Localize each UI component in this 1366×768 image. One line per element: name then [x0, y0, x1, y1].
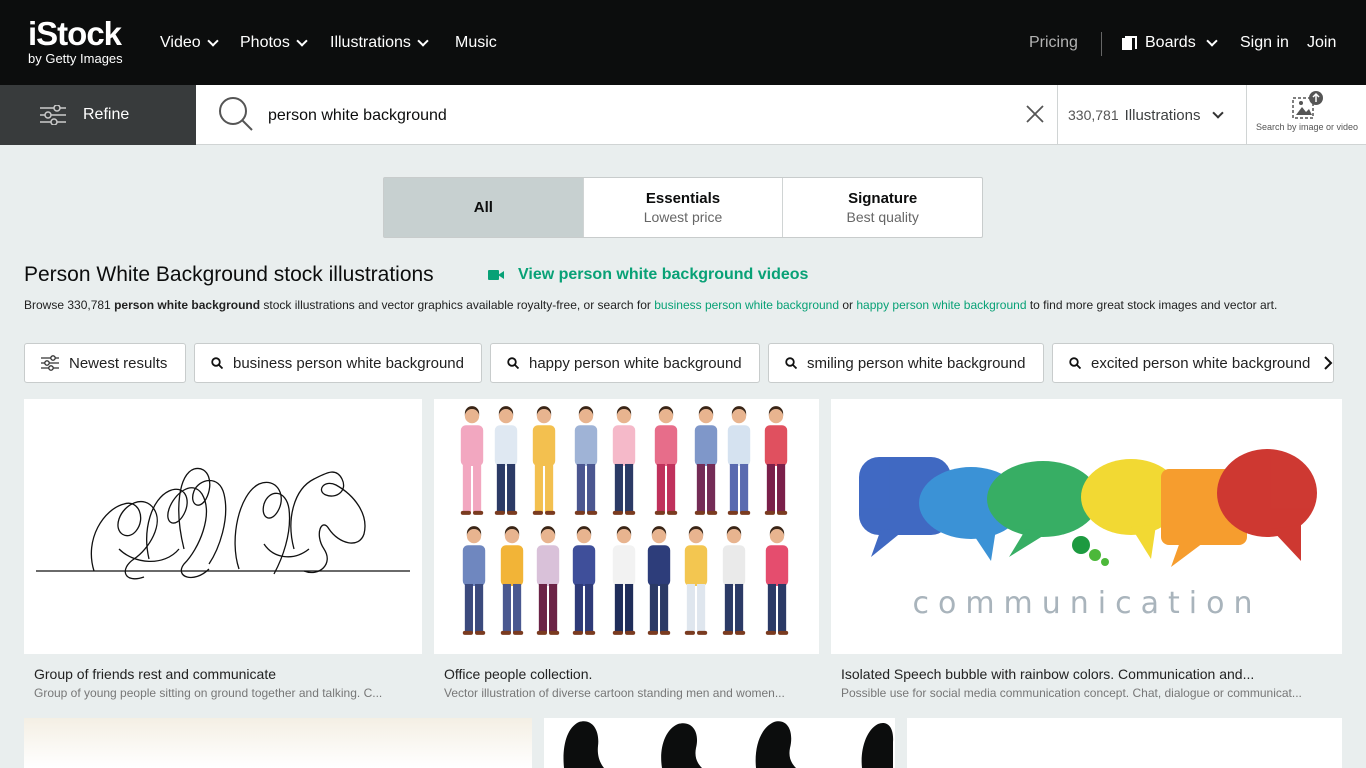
chevron-down-icon: [1212, 107, 1225, 119]
tab-essentials-subtitle: Lowest price: [643, 208, 723, 225]
nav-video[interactable]: Video: [160, 33, 219, 53]
result-card[interactable]: Office people collection. Vector illustr…: [434, 399, 819, 700]
logo-brand: iStock: [28, 15, 122, 52]
tab-signature-subtitle: Best quality: [846, 208, 919, 225]
logo-subtitle: by Getty Images: [28, 51, 123, 66]
chip-label: excited person white background: [1091, 354, 1311, 372]
result-subcaption: Possible use for social media communicat…: [841, 686, 1302, 700]
result-image[interactable]: [907, 718, 1342, 768]
search-icon: [219, 97, 253, 131]
join-link[interactable]: Join: [1307, 33, 1336, 53]
line-art-friends-illustration: [36, 467, 410, 580]
search-by-image-label: Search by image or video: [1255, 122, 1359, 132]
license-tabs: All Essentials Lowest price Signature Be…: [383, 177, 983, 238]
chevron-down-icon: [206, 35, 219, 47]
related-search-link[interactable]: business person white background: [654, 298, 839, 312]
result-image[interactable]: communication: [831, 399, 1342, 654]
search-input[interactable]: [268, 101, 988, 131]
sign-in-link[interactable]: Sign in: [1240, 33, 1289, 53]
result-caption: Isolated Speech bubble with rainbow colo…: [841, 666, 1255, 682]
result-image[interactable]: [24, 399, 422, 654]
tab-all-label: All: [473, 198, 493, 216]
video-camera-icon: [488, 269, 504, 281]
result-subcaption: Vector illustration of diverse cartoon s…: [444, 686, 785, 700]
chip-related-search[interactable]: smiling person white background: [768, 343, 1044, 383]
nav-photos-label: Photos: [240, 34, 290, 51]
istock-logo[interactable]: iStock by Getty Images: [28, 16, 148, 72]
result-caption: Office people collection.: [444, 666, 593, 682]
media-type-label: Illustrations: [1124, 106, 1201, 124]
refine-label: Refine: [83, 106, 130, 123]
tab-essentials[interactable]: Essentials Lowest price: [584, 178, 784, 237]
result-subcaption: Group of young people sitting on ground …: [34, 686, 383, 700]
chip-label: business person white background: [233, 354, 464, 372]
search-by-image-button[interactable]: Search by image or video: [1246, 85, 1366, 145]
chip-related-search[interactable]: excited person white background: [1052, 343, 1334, 383]
chip-label: Newest results: [69, 354, 168, 372]
chevron-down-icon: [296, 35, 308, 47]
result-image[interactable]: [544, 718, 895, 768]
image-upload-icon: [1292, 91, 1323, 119]
result-image[interactable]: [24, 718, 532, 768]
tab-signature-label: Signature: [848, 189, 918, 207]
tab-essentials-label: Essentials: [645, 189, 721, 207]
boards-menu[interactable]: Boards: [1122, 33, 1218, 53]
search-icon: [507, 357, 519, 369]
top-navigation: iStock by Getty Images Video Photos Illu…: [0, 0, 1366, 85]
nav-music-label: Music: [455, 34, 497, 51]
pricing-link[interactable]: Pricing: [1029, 33, 1078, 53]
nav-photos[interactable]: Photos: [240, 33, 308, 53]
search-bar: Refine 330,781 Illustrations Search by i…: [0, 85, 1366, 145]
silhouettes-illustration: [563, 721, 894, 768]
nav-video-label: Video: [160, 34, 201, 51]
chevron-down-icon: [1206, 35, 1218, 47]
sliders-icon: [40, 105, 66, 125]
desc-text: to find more great stock images and vect…: [1026, 298, 1278, 312]
result-card[interactable]: communication Isolated Speech bubble wit…: [831, 399, 1342, 700]
result-count: 330,781: [1068, 107, 1119, 123]
boards-label: Boards: [1145, 34, 1196, 51]
clear-search-icon[interactable]: [1024, 103, 1046, 125]
search-icon: [1069, 357, 1081, 369]
chip-related-search[interactable]: happy person white background: [490, 343, 760, 383]
view-videos-label: View person white background videos: [518, 266, 809, 283]
search-icon: [211, 357, 223, 369]
desc-query: person white background: [114, 298, 261, 312]
chip-label: happy person white background: [529, 354, 742, 372]
results-description: Browse 330,781 person white background s…: [24, 297, 1324, 314]
speech-bubbles-illustration: communication: [859, 449, 1317, 621]
media-type-dropdown[interactable]: 330,781 Illustrations: [1057, 85, 1246, 145]
nav-illustrations[interactable]: Illustrations: [330, 33, 429, 53]
art-text: communication: [912, 586, 1261, 621]
nav-divider: [1101, 32, 1102, 56]
office-people-illustration: [460, 406, 789, 635]
tab-all[interactable]: All: [384, 178, 584, 237]
nav-music[interactable]: Music: [455, 33, 497, 53]
refine-button[interactable]: Refine: [0, 85, 196, 145]
chip-newest-results[interactable]: Newest results: [24, 343, 186, 383]
desc-text: stock illustrations and vector graphics …: [260, 298, 655, 312]
view-videos-link[interactable]: View person white background videos: [488, 264, 808, 286]
result-image[interactable]: [434, 399, 819, 654]
result-caption: Group of friends rest and communicate: [34, 666, 277, 682]
result-card[interactable]: Group of friends rest and communicate Gr…: [24, 399, 422, 700]
page-title: Person White Background stock illustrati…: [24, 263, 434, 286]
search-icon: [785, 357, 797, 369]
related-search-link[interactable]: happy person white background: [856, 298, 1026, 312]
desc-text: or: [839, 298, 857, 312]
boards-icon: [1122, 36, 1137, 50]
nav-illustrations-label: Illustrations: [330, 34, 411, 51]
tab-signature[interactable]: Signature Best quality: [783, 178, 982, 237]
chip-related-search[interactable]: business person white background: [194, 343, 482, 383]
suggestion-chips: Newest results business person white bac…: [24, 343, 1342, 383]
chevron-down-icon: [417, 35, 429, 47]
chip-label: smiling person white background: [807, 354, 1026, 372]
sort-icon: [41, 355, 59, 371]
chevron-right-icon[interactable]: [1320, 355, 1336, 371]
desc-text: Browse 330,781: [24, 298, 115, 312]
